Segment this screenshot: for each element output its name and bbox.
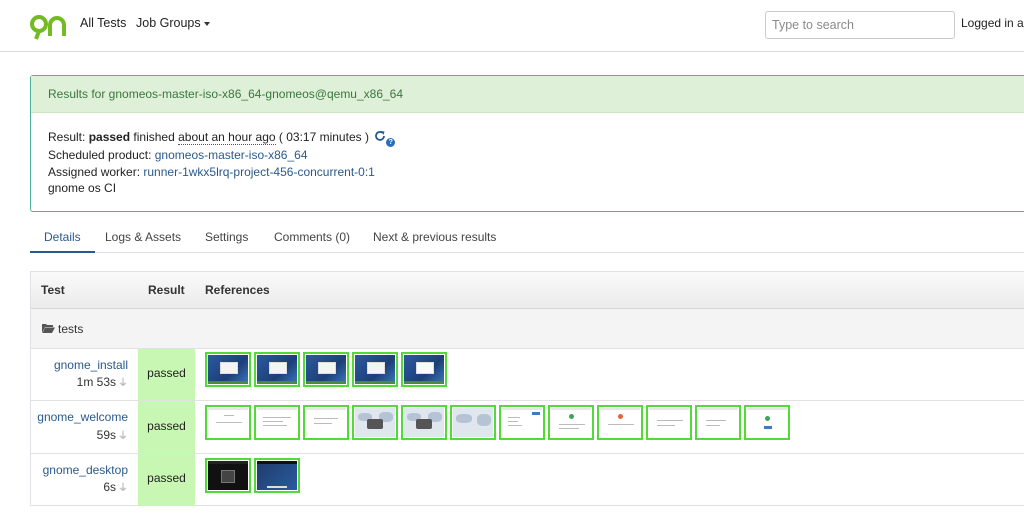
scheduled-label: Scheduled product: xyxy=(48,148,152,162)
tab-next-previous[interactable]: Next & previous results xyxy=(373,222,496,253)
scheduled-product-line: Scheduled product: gnomeos-master-iso-x8… xyxy=(48,147,1024,164)
tab-settings[interactable]: Settings xyxy=(205,222,248,253)
job-comment: gnome os CI xyxy=(48,181,117,195)
logged-in-label: Logged in as xyxy=(961,16,1024,30)
search-input[interactable] xyxy=(765,11,955,39)
screenshot-thumbnail[interactable] xyxy=(205,458,251,493)
screenshot-thumbnail[interactable] xyxy=(646,405,692,440)
duration-text: 1m 53s xyxy=(76,375,116,389)
tab-logs-assets[interactable]: Logs & Assets xyxy=(105,222,181,253)
worker-link[interactable]: runner-1wkx5lrq-project-456-concurrent-0… xyxy=(143,165,374,179)
result-text: passed xyxy=(147,471,186,485)
result-label: Result: xyxy=(48,130,86,144)
screenshot-thumbnail[interactable] xyxy=(254,352,300,387)
screenshot-thumbnail[interactable] xyxy=(450,405,496,440)
screenshot-thumbnail[interactable] xyxy=(303,405,349,440)
job-groups-label: Job Groups xyxy=(136,16,201,30)
result-cell: passed xyxy=(138,454,195,506)
screenshot-thumbnail[interactable] xyxy=(744,405,790,440)
result-cell: passed xyxy=(138,401,195,453)
plug-icon: ⏚ xyxy=(118,378,128,389)
tab-comments[interactable]: Comments (0) xyxy=(274,222,350,253)
folder-open-icon xyxy=(42,324,55,333)
table-header: Test Result References xyxy=(31,272,1024,309)
scheduled-product-link[interactable]: gnomeos-master-iso-x86_64 xyxy=(155,148,308,162)
navbar: All Tests Job Groups Logged in as xyxy=(0,0,1024,52)
test-duration: 6s ⏚ xyxy=(103,479,128,494)
screenshot-thumbnail[interactable] xyxy=(695,405,741,440)
table-row: gnome_install 1m 53s ⏚ passed xyxy=(31,349,1024,401)
result-summary-card: Results for gnomeos-master-iso-x86_64-gn… xyxy=(30,75,1024,212)
table-row: gnome_desktop 6s ⏚ passed xyxy=(31,454,1024,506)
plug-icon: ⏚ xyxy=(118,483,128,494)
screenshot-thumbnail[interactable] xyxy=(205,352,251,387)
openqa-logo-icon[interactable] xyxy=(30,12,66,40)
column-test[interactable]: Test xyxy=(41,283,65,297)
result-line: Result: passed finished about an hour ag… xyxy=(48,129,1024,147)
result-tabs: Details Logs & Assets Settings Comments … xyxy=(30,222,1024,253)
test-group-row: tests xyxy=(31,309,1024,349)
result-header: Results for gnomeos-master-iso-x86_64-gn… xyxy=(31,76,1024,113)
duration-text: 59s xyxy=(96,428,116,442)
screenshot-thumbnail[interactable] xyxy=(254,405,300,440)
finished-time[interactable]: about an hour ago xyxy=(178,130,276,145)
screenshot-thumbnail[interactable] xyxy=(303,352,349,387)
screenshot-thumbnail[interactable] xyxy=(401,352,447,387)
result-text: passed xyxy=(147,419,186,433)
column-result[interactable]: Result xyxy=(148,283,185,297)
screenshot-thumbnail[interactable] xyxy=(205,405,251,440)
duration-open: ( xyxy=(278,130,283,144)
plug-icon: ⏚ xyxy=(118,431,128,442)
result-details: Result: passed finished about an hour ag… xyxy=(31,113,1024,197)
test-name-link[interactable]: gnome_welcome xyxy=(37,410,128,424)
finished-label: finished xyxy=(133,130,175,144)
column-references: References xyxy=(205,283,270,297)
screenshot-thumbnail[interactable] xyxy=(548,405,594,440)
duration-value: 03:17 minutes xyxy=(286,130,362,144)
screenshot-thumbnail[interactable] xyxy=(401,405,447,440)
table-row: gnome_welcome 59s ⏚ passed xyxy=(31,401,1024,454)
duration-text: 6s xyxy=(103,480,116,494)
test-duration: 1m 53s ⏚ xyxy=(77,374,128,389)
worker-label: Assigned worker: xyxy=(48,164,141,179)
screenshot-thumbnail[interactable] xyxy=(352,405,398,440)
help-icon[interactable]: ? xyxy=(386,138,396,147)
result-text: passed xyxy=(147,366,186,380)
screenshot-thumbnail[interactable] xyxy=(254,458,300,493)
job-groups-dropdown[interactable]: Job Groups xyxy=(136,16,210,30)
worker-line: Assigned worker: runner-1wkx5lrq-project… xyxy=(48,164,1024,181)
result-cell: passed xyxy=(138,349,195,400)
restart-icon[interactable] xyxy=(374,130,386,142)
screenshot-thumbnail[interactable] xyxy=(597,405,643,440)
duration-close: ) xyxy=(364,130,369,144)
result-value: passed xyxy=(88,130,131,144)
tab-details[interactable]: Details xyxy=(30,222,95,253)
test-name-link[interactable]: gnome_install xyxy=(54,358,128,372)
caret-down-icon xyxy=(203,21,210,26)
screenshot-thumbnail[interactable] xyxy=(352,352,398,387)
test-group-label: tests xyxy=(58,322,84,336)
test-duration: 59s ⏚ xyxy=(97,427,128,442)
test-name-link[interactable]: gnome_desktop xyxy=(43,463,128,477)
results-table: Test Result References tests gnome_insta… xyxy=(30,271,1024,506)
screenshot-thumbnail[interactable] xyxy=(499,405,545,440)
all-tests-link[interactable]: All Tests xyxy=(80,16,126,30)
